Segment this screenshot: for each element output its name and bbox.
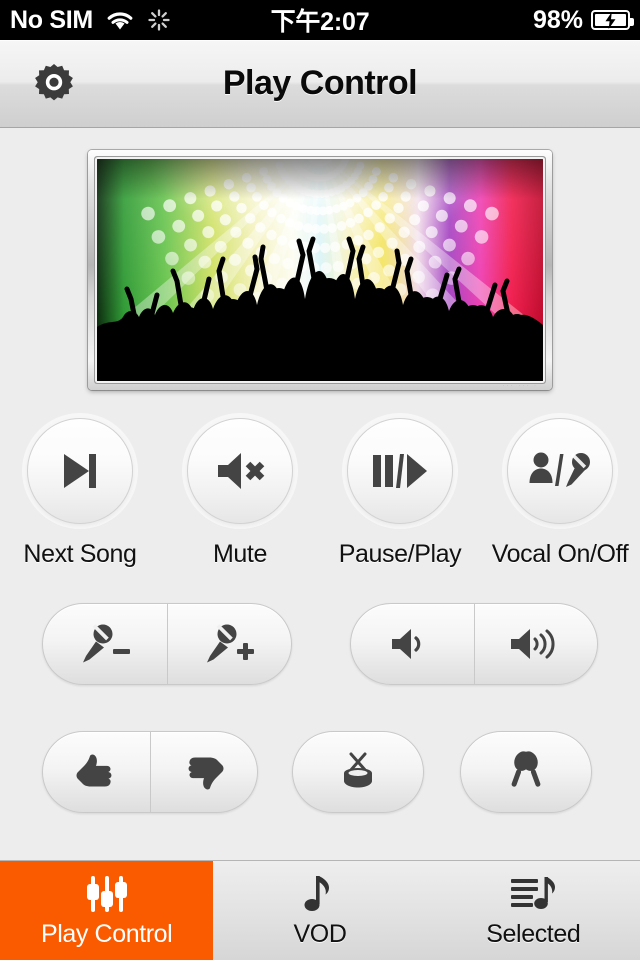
tab-play-control[interactable]: Play Control (0, 861, 214, 960)
volume-controls-row (0, 603, 640, 687)
next-song-button[interactable] (27, 418, 133, 524)
volume-down-button[interactable] (351, 604, 474, 684)
tab-selected[interactable]: Selected (427, 861, 640, 960)
tv-screen (97, 159, 543, 381)
maracas-button[interactable] (460, 731, 592, 813)
tv-preview: ··· ··· · (88, 150, 552, 390)
status-bar: No SIM 下午2:07 98% (0, 0, 640, 40)
thumbs-down-icon (182, 752, 226, 792)
tv-brand-text: ··· ··· · (502, 383, 538, 389)
mic-minus-icon (77, 623, 133, 665)
tab-play-control-label: Play Control (40, 920, 173, 948)
status-bar-right: 98% (532, 5, 634, 35)
pause-play-control: Pause/Play (325, 418, 475, 569)
page-title: Play Control (222, 64, 418, 102)
mic-plus-icon (201, 623, 257, 665)
status-bar-left: No SIM (10, 6, 171, 35)
battery-charging-icon (591, 10, 634, 30)
settings-button[interactable] (28, 58, 80, 110)
rating-group (42, 731, 258, 813)
maracas-icon (504, 751, 548, 793)
tab-vod[interactable]: VOD (213, 861, 426, 960)
pause-play-icon (371, 449, 429, 493)
skip-next-icon (55, 446, 105, 496)
pause-play-label: Pause/Play (338, 540, 462, 568)
next-song-label: Next Song (23, 540, 137, 568)
next-song-control: Next Song (5, 418, 155, 569)
primary-controls-row: Next Song Mute Pause/Play Vocal On/Off (0, 418, 640, 588)
mic-volume-up-button[interactable] (166, 604, 292, 684)
music-note-icon (303, 872, 337, 916)
concert-crowd-image (97, 159, 543, 381)
pause-play-button[interactable] (347, 418, 453, 524)
thumbs-up-button[interactable] (43, 732, 150, 812)
speaker-mute-icon (214, 448, 266, 494)
status-clock: 下午2:07 (270, 8, 370, 36)
mute-button[interactable] (187, 418, 293, 524)
master-volume-group (350, 603, 598, 685)
playlist-note-icon (509, 872, 557, 916)
volume-down-icon (389, 625, 435, 663)
thumbs-up-icon (74, 752, 118, 792)
vocal-on-off-control: Vocal On/Off (485, 418, 635, 569)
drum-button[interactable] (292, 731, 424, 813)
tv-frame: ··· ··· · (88, 150, 552, 390)
app-screen: No SIM 下午2:07 98% Play Control ··· ··· ·… (0, 0, 640, 960)
tab-bar: Play Control VOD Selected (0, 860, 640, 960)
activity-spinner-icon (147, 8, 171, 32)
drum-segment[interactable] (293, 732, 423, 812)
mic-volume-group (42, 603, 292, 685)
equalizer-sliders-icon (85, 872, 129, 916)
vocal-on-off-button[interactable] (507, 418, 613, 524)
drum-icon (335, 751, 381, 793)
navigation-bar: Play Control (0, 40, 640, 128)
volume-up-icon (508, 625, 564, 663)
mute-control: Mute (165, 418, 315, 569)
volume-up-button[interactable] (473, 604, 598, 684)
wifi-icon (105, 9, 135, 31)
tab-selected-label: Selected (486, 920, 581, 948)
vocal-on-off-label: Vocal On/Off (491, 540, 629, 568)
battery-percent-label: 98% (532, 5, 583, 34)
rating-effects-row (0, 731, 640, 815)
carrier-label: No SIM (10, 5, 93, 34)
thumbs-down-button[interactable] (149, 732, 258, 812)
mic-volume-down-button[interactable] (43, 604, 167, 684)
gear-icon (31, 61, 77, 107)
tab-vod-label: VOD (293, 920, 347, 948)
vocal-on-off-icon (529, 449, 591, 493)
maracas-segment[interactable] (461, 732, 591, 812)
mute-label: Mute (213, 540, 267, 568)
